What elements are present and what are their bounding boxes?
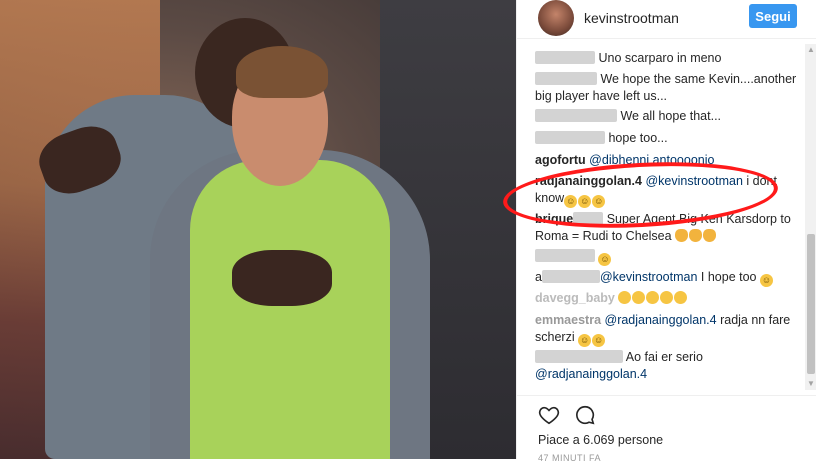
scroll-up-arrow-icon[interactable]: ▲ (805, 44, 816, 56)
blurred-username (573, 212, 604, 225)
scream-emoji-icon (646, 291, 660, 304)
comment-item: agofortu @dibhenni antoooonio (535, 152, 797, 169)
comment-mention[interactable]: @dibhenni antoooonio (589, 153, 714, 167)
clap-emoji-icon (675, 229, 689, 242)
comment-item: ☺ (535, 248, 797, 266)
follow-button[interactable]: Segui (749, 4, 797, 28)
blurred-username (535, 72, 597, 85)
comment-username[interactable]: radjanainggolan.4 (535, 174, 642, 188)
comment-item: We hope the same Kevin....another big pl… (535, 71, 797, 105)
grimace-emoji-icon: ☺ (598, 253, 612, 266)
avatar[interactable] (538, 0, 574, 36)
scrollbar-thumb[interactable] (807, 234, 815, 374)
post-header: kevinstrootman Segui (517, 0, 816, 39)
post-timestamp: 47 MINUTI FA (538, 453, 602, 463)
comment-mention[interactable]: @radjanainggolan.4 (605, 313, 717, 327)
scream-emoji-icon (618, 291, 632, 304)
post-actions: Piace a 6.069 persone 47 MINUTI FA (516, 395, 816, 463)
comment-username[interactable]: a (535, 270, 542, 284)
comment-text: Ao fai er serio (625, 350, 703, 364)
comment-text: hope too... (608, 131, 668, 145)
photo-hair (236, 46, 328, 98)
heart-icon[interactable] (538, 404, 560, 426)
comment-text: We all hope that... (620, 109, 722, 123)
comment-mention[interactable]: @kevinstrootman (645, 174, 742, 188)
likes-count[interactable]: Piace a 6.069 persone (538, 433, 663, 447)
scream-emoji-icon (632, 291, 646, 304)
post-username[interactable]: kevinstrootman (584, 10, 679, 26)
grimace-emoji-icon: ☺ (578, 195, 592, 208)
photo-training-bib (190, 160, 390, 459)
blurred-username (535, 109, 617, 122)
comment-mention[interactable]: @kevinstrootman (600, 270, 697, 284)
comment-username[interactable]: brique (535, 212, 573, 226)
comment-username[interactable]: emmaestra (535, 313, 601, 327)
post-photo (0, 0, 516, 459)
clap-emoji-icon (703, 229, 717, 242)
comment-text: I hope too (700, 270, 757, 284)
comment-item: radjanainggolan.4 @kevinstrootman i dont… (535, 173, 797, 208)
comment-item: davegg_baby (535, 290, 797, 307)
blurred-username (535, 249, 595, 262)
comment-item: brique Super Agent Big Ken Karsdorp to R… (535, 211, 797, 245)
smirk-emoji-icon: ☺ (759, 274, 773, 287)
grimace-emoji-icon: ☺ (592, 195, 606, 208)
scream-emoji-icon (660, 291, 674, 304)
comment-mention[interactable]: @radjanainggolan.4 (535, 367, 647, 381)
comment-username[interactable]: agofortu (535, 153, 586, 167)
grimace-emoji-icon: ☺ (564, 195, 578, 208)
scream-emoji-icon (674, 291, 688, 304)
clap-emoji-icon (689, 229, 703, 242)
blurred-username (535, 51, 595, 64)
comments-list: Uno scarparo in meno We hope the same Ke… (517, 38, 802, 388)
comment-item: hope too... (535, 130, 797, 147)
comment-username[interactable]: davegg_baby (535, 291, 615, 305)
photo-hand (232, 250, 332, 306)
blurred-username (535, 350, 623, 363)
comment-item: emmaestra @radjanainggolan.4 radja nn fa… (535, 312, 797, 347)
comment-item: a @kevinstrootman I hope too ☺ (535, 269, 797, 287)
comments-scrollbar[interactable]: ▲ ▼ (805, 44, 816, 390)
comment-item: We all hope that... (535, 108, 797, 125)
post-side-panel: kevinstrootman Segui Uno scarparo in men… (516, 0, 816, 459)
comment-item: Ao fai er serio @radjanainggolan.4 (535, 349, 797, 383)
blurred-username (541, 270, 600, 283)
comment-text: Uno scarparo in meno (598, 51, 722, 65)
grimace-emoji-icon: ☺ (578, 334, 592, 347)
grimace-emoji-icon: ☺ (592, 334, 606, 347)
comment-bubble-icon[interactable] (574, 404, 596, 426)
blurred-username (535, 131, 605, 144)
scroll-down-arrow-icon[interactable]: ▼ (805, 378, 816, 390)
comment-item: Uno scarparo in meno (535, 50, 797, 67)
